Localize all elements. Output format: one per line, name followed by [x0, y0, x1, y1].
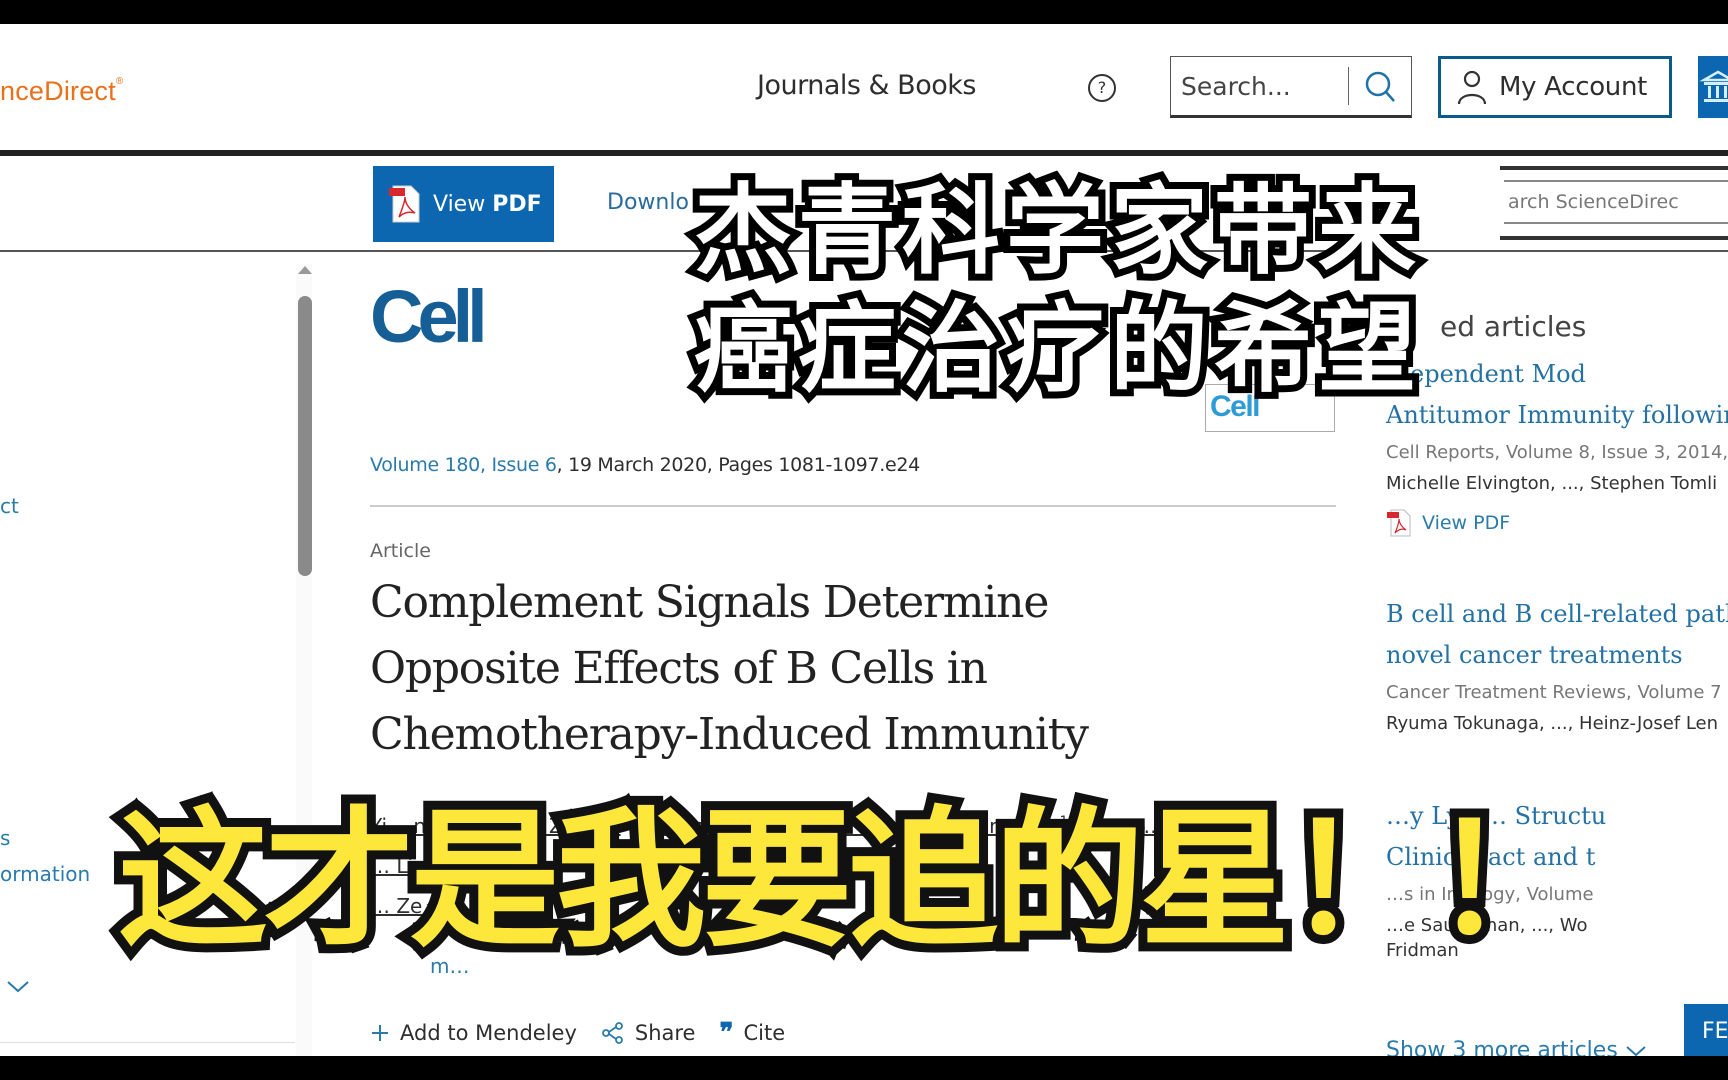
- user-icon: [1457, 70, 1487, 105]
- journals-books-link[interactable]: Journals & Books: [757, 70, 976, 101]
- article-title: Complement Signals Determine Opposite Ef…: [370, 577, 1089, 760]
- volume-info: Volume 180, Issue 6, 19 March 2020, Page…: [370, 454, 920, 476]
- recommended-view-pdf-link[interactable]: View PDF: [1386, 508, 1728, 538]
- article-type: Article: [370, 540, 431, 562]
- caption-headline-line-1: 杰青科学家带来: [687, 167, 1423, 295]
- my-account-button[interactable]: My Account: [1438, 56, 1672, 118]
- recommended-article: B cell and B cell-related pathw novel ca…: [1386, 594, 1728, 734]
- help-icon[interactable]: ?: [1088, 74, 1116, 102]
- pdf-icon: [1387, 509, 1411, 537]
- letterbox-bottom: [0, 1056, 1728, 1080]
- chevron-down-icon[interactable]: [6, 980, 30, 994]
- recommended-article-title[interactable]: B cell and B cell-related pathw novel ca…: [1386, 594, 1728, 676]
- header-search: [1170, 56, 1412, 118]
- header-search-input[interactable]: [1181, 69, 1341, 103]
- view-pdf-button[interactable]: View PDF: [373, 166, 554, 242]
- recommended-article-authors: Michelle Elvington, ..., Stephen Tomli: [1386, 473, 1718, 494]
- view-pdf-label: View PDF: [1422, 512, 1511, 534]
- cite-button[interactable]: ❞ Cite: [719, 1018, 785, 1048]
- show-more-articles-link[interactable]: Show 3 more articles: [1386, 1038, 1647, 1056]
- sidebar-item-keywords[interactable]: s: [0, 826, 10, 850]
- search-divider: [1348, 67, 1349, 105]
- my-account-label: My Account: [1499, 72, 1648, 102]
- sciencedirect-logo[interactable]: nceDirect®: [0, 76, 123, 107]
- recommended-article-source: Cancer Treatment Reviews, Volume 7: [1386, 682, 1722, 703]
- divider: [370, 505, 1336, 507]
- recommended-article-authors: Ryuma Tokunaga, ..., Heinz-Josef Len: [1386, 713, 1719, 734]
- caption-headline-line-2: 癌症治疗的希望: [687, 285, 1423, 413]
- recommended-article-source: Cell Reports, Volume 8, Issue 3, 2014,: [1386, 442, 1728, 463]
- caption-subtitle: 这才是我要追的星！！: [109, 787, 1591, 975]
- caption-headline: 杰青科学家带来 癌症治疗的希望: [687, 167, 1594, 413]
- share-button[interactable]: Share: [601, 1021, 696, 1045]
- institution-button[interactable]: [1698, 56, 1728, 118]
- logo-mark: ®: [115, 76, 124, 87]
- search-button[interactable]: [1359, 65, 1403, 109]
- view-pdf-label: View PDF: [433, 191, 542, 217]
- feedback-button[interactable]: FE: [1684, 1004, 1728, 1056]
- search-icon: [1365, 71, 1395, 102]
- article-actions: Add to Mendeley Share ❞ Cite: [370, 1018, 785, 1048]
- share-label: Share: [634, 1021, 696, 1045]
- add-to-mendeley-label: Add to Mendeley: [400, 1021, 577, 1045]
- letterbox-top: [0, 0, 1728, 24]
- sidebar-item-information[interactable]: ormation: [0, 862, 90, 886]
- add-to-mendeley-button[interactable]: Add to Mendeley: [370, 1021, 577, 1045]
- scroll-up-arrow[interactable]: [298, 266, 312, 274]
- plus-icon: [372, 1025, 388, 1041]
- scrollbar-thumb[interactable]: [298, 296, 312, 576]
- browser-page: nceDirect® Journals & Books ? My Account: [0, 24, 1728, 1056]
- volume-date-pages: , 19 March 2020, Pages 1081-1097.e24: [556, 454, 921, 476]
- cite-label: Cite: [743, 1021, 786, 1045]
- logo-text: nceDirect: [0, 76, 116, 106]
- chevron-down-icon: [1626, 1046, 1646, 1056]
- quote-icon: ❞: [719, 1018, 734, 1048]
- site-header: nceDirect® Journals & Books ? My Account: [0, 24, 1728, 156]
- sidebar-divider: [0, 1042, 295, 1043]
- cell-journal-logo[interactable]: Cell: [370, 274, 488, 359]
- sidebar-item-abstract[interactable]: ct: [0, 494, 19, 518]
- pdf-icon: [389, 185, 420, 223]
- show-more-articles-label: Show 3 more articles: [1386, 1038, 1618, 1056]
- download-link[interactable]: Downlo: [607, 190, 689, 215]
- share-icon: [601, 1022, 623, 1044]
- volume-issue-link[interactable]: Volume 180, Issue 6: [370, 454, 557, 476]
- institution-icon: [1699, 70, 1728, 102]
